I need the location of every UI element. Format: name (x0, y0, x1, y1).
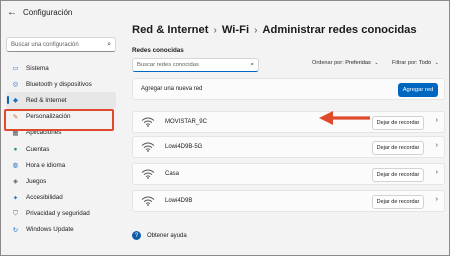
accessibility-icon: ✦ (12, 194, 19, 202)
filter-value: Todo (418, 60, 432, 66)
sidebar-item-red-internet[interactable]: ◆ Red & Internet (6, 92, 116, 109)
title-bar: ← Configuración (1, 1, 449, 23)
section-label: Redes conocidas (132, 47, 184, 54)
person-icon: ● (13, 145, 18, 153)
forget-network-button[interactable]: Dejar de recordar (372, 141, 424, 155)
sidebar-item-label: Hora e idioma (26, 161, 66, 169)
settings-search-input[interactable]: Buscar una configuración ⌕ (6, 37, 116, 52)
breadcrumb-red-internet[interactable]: Red & Internet (132, 24, 208, 36)
search-icon: ⌕ (250, 61, 254, 68)
sidebar-item-label: Juegos (26, 177, 47, 185)
breadcrumb-separator: › (254, 24, 258, 36)
filter-dropdown[interactable]: Filtrar por: Todo ⌄ (392, 60, 439, 66)
sidebar-item-bluetooth-y-dispositivos[interactable]: ◎ Bluetooth y dispositivos (6, 76, 116, 92)
sidebar-item-label: Windows Update (26, 226, 74, 234)
wifi-icon (141, 196, 155, 206)
wifi-icon (141, 169, 155, 179)
chevron-down-icon: ⌄ (434, 60, 439, 66)
highlight-box (4, 109, 114, 131)
get-help-link[interactable]: ? Obtener ayuda (132, 231, 187, 240)
network-row[interactable]: MOVISTAR_9C Dejar de recordar › (132, 111, 445, 133)
arrow-head (319, 111, 333, 125)
chevron-right-icon[interactable]: › (436, 196, 438, 203)
chevron-right-icon[interactable]: › (436, 142, 438, 149)
bluetooth-icon: ◎ (12, 81, 19, 89)
back-arrow-icon[interactable]: ← (1, 1, 23, 23)
chevron-down-icon: ⌄ (374, 60, 379, 66)
network-row[interactable]: Lowi4D9B Dejar de recordar › (132, 190, 445, 212)
add-network-card: Agregar una nueva red Agregar red (132, 78, 445, 100)
help-icon: ? (132, 231, 141, 240)
controller-icon: ◈ (13, 178, 18, 186)
forget-network-button[interactable]: Dejar de recordar (372, 168, 424, 182)
filter-label: Filtrar por: (392, 60, 418, 66)
sidebar-item-label: Cuentas (26, 145, 50, 153)
sort-label: Ordenar por: (312, 60, 344, 66)
shield-icon: ⛉ (13, 209, 18, 217)
wifi-icon (141, 117, 155, 127)
forget-network-button[interactable]: Dejar de recordar (372, 195, 424, 209)
settings-window: ← Configuración Buscar una configuración… (0, 0, 450, 256)
sidebar-item-label: Accesibilidad (26, 194, 63, 202)
globe-clock-icon: ◍ (12, 162, 19, 170)
search-icon: ⌕ (107, 40, 111, 48)
sidebar-item-label: Red & Internet (26, 96, 67, 104)
monitor-icon: ▭ (12, 65, 19, 73)
sidebar-nav: ▭ Sistema ◎ Bluetooth y dispositivos ◆ Red & … (6, 60, 116, 238)
sidebar-item-privacidad-y-seguridad[interactable]: ⛉ Privacidad y seguridad (6, 206, 116, 222)
wifi-icon (141, 142, 155, 152)
network-row[interactable]: Lowi4D9B-5G Dejar de recordar › (132, 136, 445, 158)
settings-search-placeholder: Buscar una configuración (11, 41, 79, 48)
add-network-button[interactable]: Agregar red (398, 83, 438, 97)
network-name: Lowi4D9B (165, 198, 193, 204)
breadcrumb: Red & Internet › Wi-Fi › Administrar red… (132, 24, 417, 36)
sidebar-item-juegos[interactable]: ◈ Juegos (6, 173, 116, 189)
sort-dropdown[interactable]: Ordenar por: Preferidas ⌄ (312, 60, 379, 66)
app-title: Configuración (23, 7, 73, 17)
chevron-right-icon[interactable]: › (436, 169, 438, 176)
sidebar-item-label: Sistema (26, 64, 49, 72)
sidebar-item-sistema[interactable]: ▭ Sistema (6, 60, 116, 76)
network-name: Casa (165, 171, 180, 177)
network-search-placeholder: Buscar redes conocidas (137, 62, 199, 68)
main-content: Red & Internet › Wi-Fi › Administrar red… (117, 23, 449, 255)
update-icon: ↻ (12, 226, 19, 234)
red-arrow-icon (319, 111, 370, 125)
forget-network-button[interactable]: Dejar de recordar (372, 116, 424, 130)
sidebar-item-hora-e-idioma[interactable]: ◍ Hora e idioma (6, 157, 116, 173)
add-network-label: Agregar una nueva red (141, 86, 203, 92)
sidebar-item-accesibilidad[interactable]: ✦ Accesibilidad (6, 190, 116, 206)
page-title: Administrar redes conocidas (262, 24, 417, 36)
sidebar-item-windows-update[interactable]: ↻ Windows Update (6, 222, 116, 238)
get-help-label: Obtener ayuda (147, 232, 187, 239)
breadcrumb-separator: › (213, 24, 217, 36)
breadcrumb-wifi[interactable]: Wi-Fi (222, 24, 249, 36)
network-name: MOVISTAR_9C (165, 119, 207, 125)
wifi-diamond-icon: ◆ (13, 97, 18, 105)
sidebar-item-cuentas[interactable]: ● Cuentas (6, 141, 116, 157)
sidebar-item-label: Bluetooth y dispositivos (26, 80, 92, 88)
sidebar-item-label: Privacidad y seguridad (26, 210, 90, 218)
network-row[interactable]: Casa Dejar de recordar › (132, 163, 445, 185)
chevron-right-icon[interactable]: › (436, 117, 438, 124)
sort-value: Preferidas (345, 60, 371, 66)
network-name: Lowi4D9B-5G (165, 144, 203, 150)
network-search-input[interactable]: Buscar redes conocidas ⌕ (132, 58, 259, 72)
